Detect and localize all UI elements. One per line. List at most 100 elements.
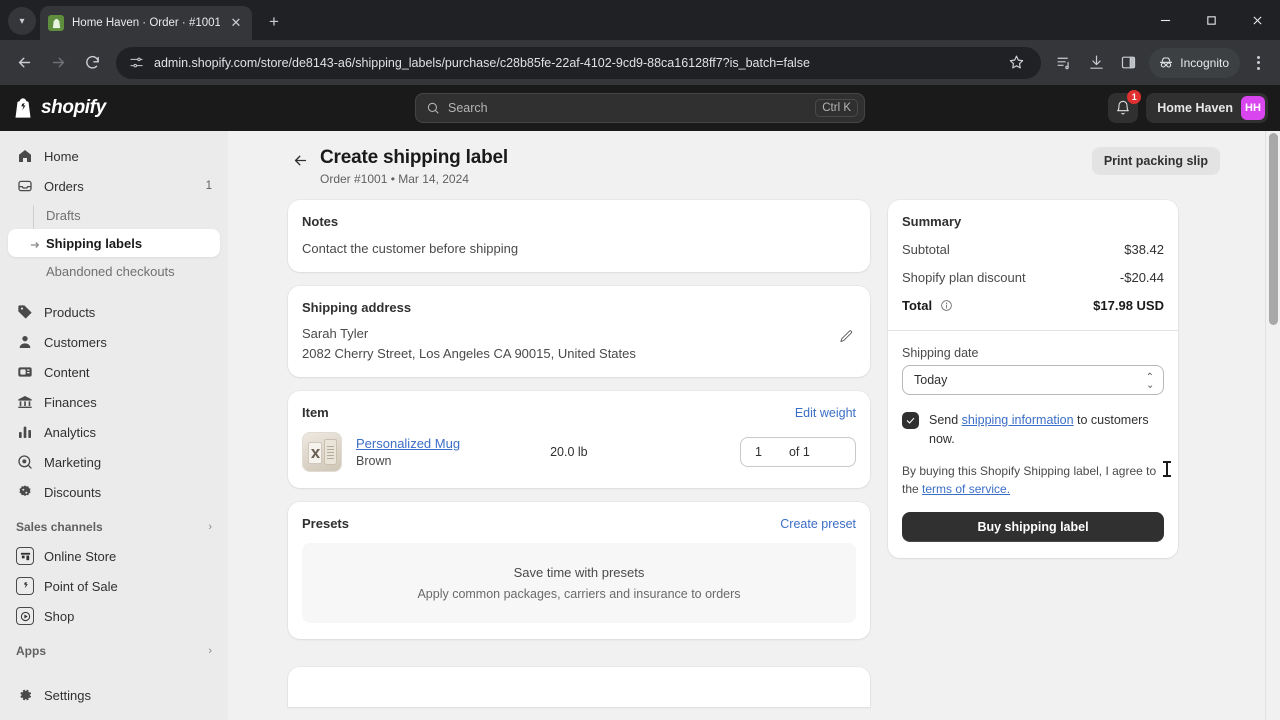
sidebar-item-finances[interactable]: Finances — [8, 387, 220, 417]
tab-strip: ▾ Home Haven · Order · #1001 - ✕ + — [0, 0, 1280, 40]
sidebar-item-online-store[interactable]: Online Store — [8, 541, 220, 571]
app-body: Home Orders 1 Drafts Shipping labels Aba… — [0, 131, 1280, 720]
product-name-link[interactable]: Personalized Mug — [356, 436, 460, 451]
sidebar-item-orders[interactable]: Orders 1 — [8, 171, 220, 201]
sidebar-item-shop[interactable]: Shop — [8, 601, 220, 631]
send-shipping-info-checkbox[interactable] — [902, 412, 919, 429]
shipping-date-value: Today — [914, 373, 948, 387]
chevron-right-icon[interactable]: › — [208, 645, 212, 657]
terms-of-service-link[interactable]: terms of service. — [922, 482, 1010, 496]
product-variant: Brown — [356, 454, 392, 468]
sidebar-item-drafts[interactable]: Drafts — [8, 201, 220, 229]
back-arrow-icon[interactable] — [8, 47, 40, 79]
presets-title: Presets — [302, 516, 349, 531]
notifications-button[interactable]: 1 — [1108, 90, 1142, 123]
sidebar-item-products[interactable]: Products — [8, 297, 220, 327]
site-settings-icon[interactable] — [128, 55, 144, 71]
send-shipping-info-label: Send shipping information to customers n… — [929, 411, 1164, 449]
recipient-address: 2082 Cherry Street, Los Angeles CA 90015… — [302, 346, 636, 361]
send-prefix: Send — [929, 413, 962, 427]
sidebar-item-content[interactable]: Content — [8, 357, 220, 387]
item-card: Item Edit weight Personalized Mug Brown … — [288, 391, 870, 488]
shipping-information-link[interactable]: shipping information — [962, 413, 1074, 427]
summary-value: -$20.44 — [1119, 270, 1164, 285]
download-icon[interactable] — [1081, 48, 1111, 78]
print-packing-slip-button[interactable]: Print packing slip — [1091, 147, 1220, 175]
send-shipping-info-row[interactable]: Send shipping information to customers n… — [902, 411, 1164, 449]
quantity-value[interactable]: 1 — [741, 445, 762, 459]
sidebar-item-label: Content — [44, 364, 90, 380]
star-icon[interactable] — [1001, 48, 1031, 78]
sidebar-item-discounts[interactable]: Discounts — [8, 477, 220, 507]
search-shortcut: Ctrl K — [815, 99, 858, 117]
global-search-input[interactable]: Search Ctrl K — [415, 93, 865, 123]
incognito-indicator[interactable]: Incognito — [1149, 47, 1240, 78]
topbar-right: 1 Home Haven HH — [1108, 90, 1268, 123]
shipping-date-label: Shipping date — [902, 346, 979, 360]
page-scrollbar[interactable] — [1265, 131, 1280, 720]
presets-empty-subtitle: Apply common packages, carriers and insu… — [417, 587, 741, 601]
shopify-logo[interactable]: shopify — [12, 96, 106, 120]
chevron-right-icon[interactable]: › — [208, 521, 212, 533]
scrollbar-thumb[interactable] — [1269, 133, 1278, 325]
gear-icon — [16, 686, 34, 704]
chevron-updown-icon: ⌃ ⌃ — [1145, 371, 1154, 389]
pencil-icon[interactable] — [836, 326, 856, 346]
create-preset-link[interactable]: Create preset — [780, 517, 856, 531]
sidebar-item-point-of-sale[interactable]: Point of Sale — [8, 571, 220, 601]
reading-list-icon[interactable] — [1049, 48, 1079, 78]
presets-card: Presets Create preset Save time with pre… — [288, 502, 870, 639]
main-content: Create shipping label Order #1001 • Mar … — [228, 131, 1280, 720]
orders-inbox-icon — [16, 177, 34, 195]
recipient-name: Sarah Tyler — [302, 326, 369, 341]
reload-icon[interactable] — [76, 47, 108, 79]
side-panel-icon[interactable] — [1113, 48, 1143, 78]
sidebar-item-label: Abandoned checkouts — [46, 263, 175, 279]
summary-row-subtotal: Subtotal $38.42 — [902, 242, 1164, 257]
back-arrow-icon[interactable] — [288, 148, 312, 172]
store-account-button[interactable]: Home Haven HH — [1146, 93, 1268, 123]
info-icon[interactable] — [939, 299, 953, 313]
incognito-label: Incognito — [1180, 55, 1229, 70]
summary-divider — [888, 330, 1178, 331]
close-window-button[interactable] — [1234, 0, 1280, 40]
forward-arrow-icon[interactable] — [42, 47, 74, 79]
page-header: Create shipping label Order #1001 • Mar … — [288, 147, 1220, 186]
sidebar-item-label: Point of Sale — [44, 578, 118, 594]
presets-empty-state: Save time with presets Apply common pack… — [302, 543, 856, 623]
home-icon — [16, 147, 34, 165]
search-placeholder: Search — [448, 101, 488, 115]
sidebar-item-shipping-labels[interactable]: Shipping labels — [8, 229, 220, 257]
sidebar-item-label: Products — [44, 304, 96, 320]
megaphone-target-icon — [16, 453, 34, 471]
branch-arrow-icon — [30, 238, 40, 248]
minimize-button[interactable] — [1142, 0, 1188, 40]
maximize-button[interactable] — [1188, 0, 1234, 40]
tab-close-icon[interactable]: ✕ — [228, 15, 244, 31]
content-icon — [16, 363, 34, 381]
summary-label: Subtotal — [902, 242, 950, 257]
shipping-date-select[interactable]: Today ⌃ ⌃ — [902, 365, 1164, 395]
sidebar-section-sales-channels[interactable]: Sales channels › — [8, 513, 220, 541]
sidebar-item-settings[interactable]: Settings — [8, 680, 220, 710]
notes-title: Notes — [302, 214, 339, 229]
tab-search-chevron-icon[interactable]: ▾ — [8, 7, 36, 35]
bank-icon — [16, 393, 34, 411]
sidebar-item-abandoned-checkouts[interactable]: Abandoned checkouts — [8, 257, 220, 285]
sidebar-item-home[interactable]: Home — [8, 141, 220, 171]
buy-shipping-label-button[interactable]: Buy shipping label — [902, 511, 1164, 542]
kebab-menu-icon[interactable] — [1244, 48, 1272, 78]
edit-weight-link[interactable]: Edit weight — [795, 406, 856, 420]
quantity-stepper[interactable]: 1 of 1 — [740, 437, 856, 467]
browser-tab[interactable]: Home Haven · Order · #1001 - ✕ — [40, 6, 252, 40]
sidebar-item-label: Finances — [44, 394, 97, 410]
new-tab-button[interactable]: + — [260, 8, 288, 36]
sidebar-item-analytics[interactable]: Analytics — [8, 417, 220, 447]
sidebar-item-customers[interactable]: Customers — [8, 327, 220, 357]
address-bar[interactable]: admin.shopify.com/store/de8143-a6/shippi… — [116, 46, 1042, 79]
sidebar-section-apps[interactable]: Apps › — [8, 637, 220, 665]
orders-count-badge: 1 — [205, 180, 212, 192]
bar-chart-icon — [16, 423, 34, 441]
sidebar-item-marketing[interactable]: Marketing — [8, 447, 220, 477]
